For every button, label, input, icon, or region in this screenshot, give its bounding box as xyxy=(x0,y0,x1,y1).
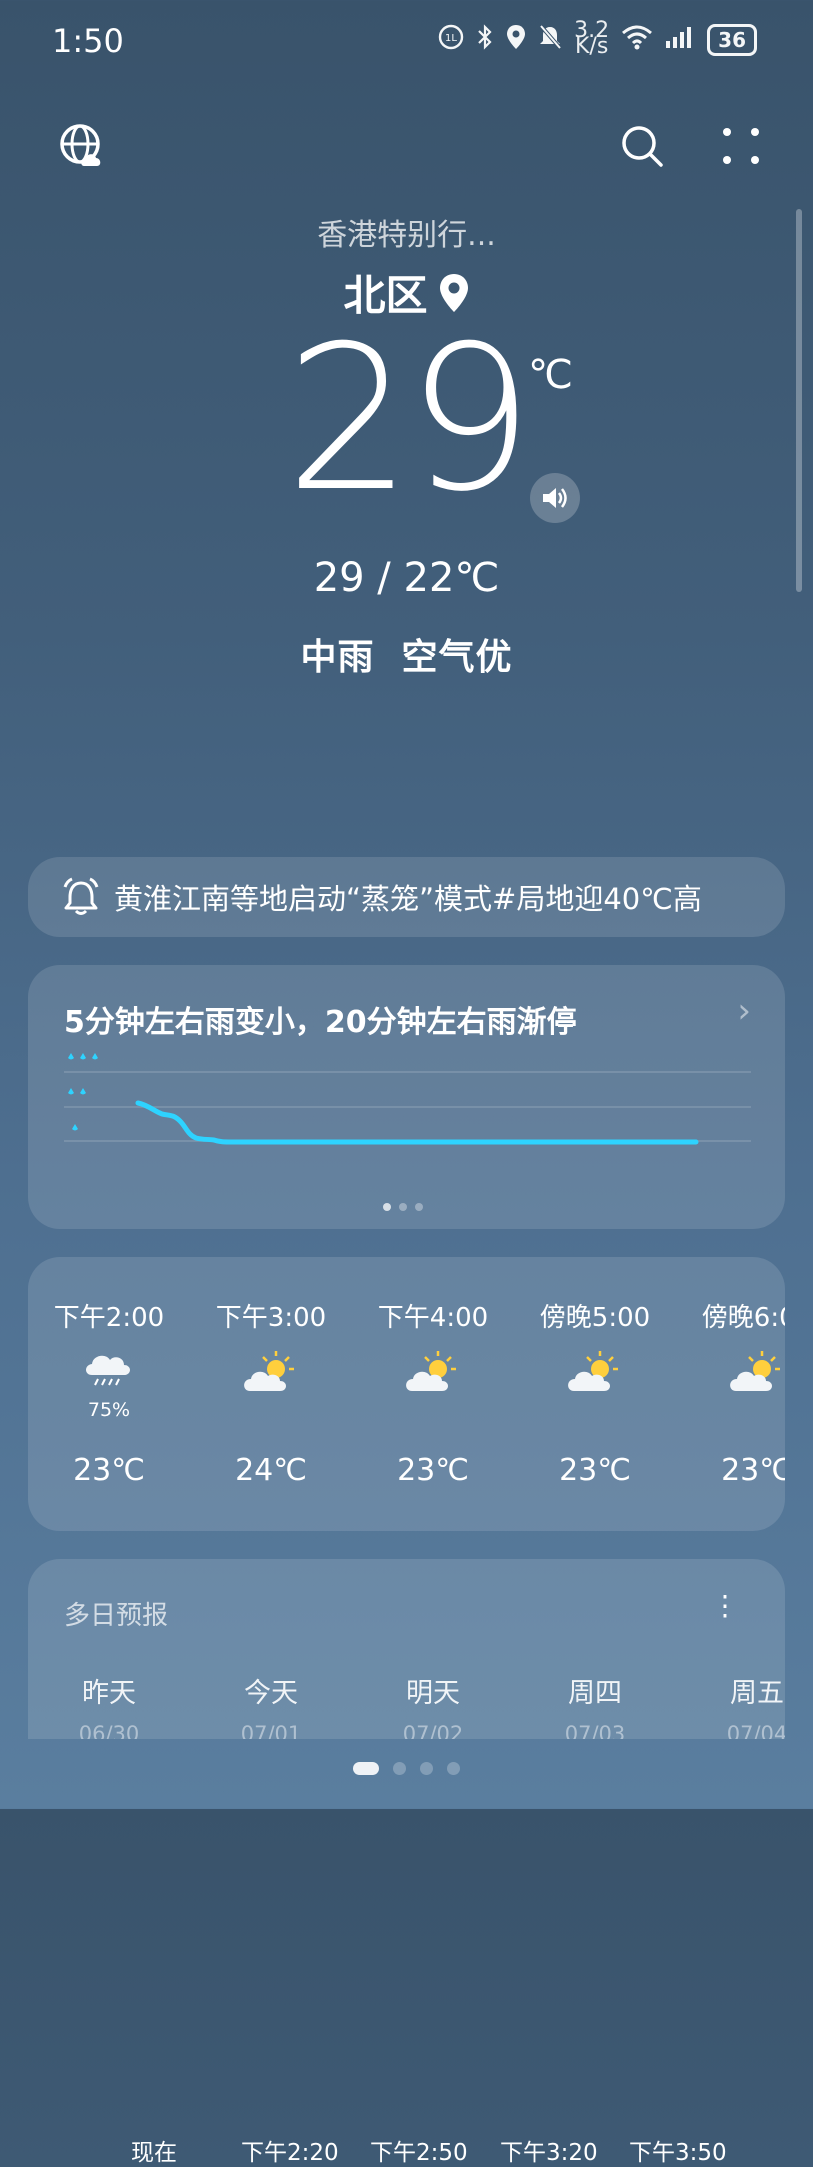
city-manage-button[interactable] xyxy=(56,120,108,172)
search-button[interactable] xyxy=(616,120,668,172)
weather-condition: 中雨 空气优 xyxy=(300,637,513,678)
four-dots-menu-icon xyxy=(723,128,759,164)
location-icon xyxy=(506,24,526,56)
city-page-indicator[interactable] xyxy=(0,1762,813,1775)
news-text: 黄淮江南等地启动“蒸笼”模式#局地迎40℃高 xyxy=(114,882,702,916)
search-icon xyxy=(622,126,663,167)
rain-x-label: 下午2:20 xyxy=(241,2140,339,2166)
day-date: 07/01 xyxy=(240,1722,302,1739)
status-bar: 1:50 1L 3.2 K/s 36 xyxy=(0,0,813,85)
current-temperature: 29 xyxy=(285,303,534,536)
daily-item[interactable]: 周五 07/04 xyxy=(676,1671,785,1739)
daily-item[interactable]: 明天 07/02 xyxy=(352,1671,514,1739)
network-speed: 3.2 K/s xyxy=(574,20,609,59)
globe-cloud-icon xyxy=(60,124,101,166)
bluetooth-icon xyxy=(476,24,494,56)
rain-x-label: 下午3:50 xyxy=(629,2140,727,2166)
rain-intensity-heavy-icon xyxy=(68,1053,98,1060)
pager-dot xyxy=(399,1203,407,1211)
partly-cloudy-icon xyxy=(568,1351,618,1391)
day-name: 周四 xyxy=(568,1678,622,1709)
hour-temp: 24℃ xyxy=(235,1453,307,1488)
daily-forecast-card[interactable]: 多日预报 ⋮ 昨天 06/30 今天 07/01 明天 07/02 周四 07/… xyxy=(28,1559,785,1739)
speaker-icon xyxy=(543,488,567,508)
signal-icon xyxy=(665,25,695,55)
rain-intensity-medium-icon xyxy=(68,1088,86,1095)
voice-broadcast-button[interactable] xyxy=(530,473,580,523)
pager-dot xyxy=(415,1203,423,1211)
rain-line xyxy=(135,1100,699,1145)
hour-temp: 23℃ xyxy=(721,1453,785,1488)
hd-call-icon: 1L xyxy=(438,24,464,56)
hour-time: 下午3:00 xyxy=(215,1303,327,1333)
day-date: 07/04 xyxy=(726,1722,785,1739)
page-dot[interactable] xyxy=(393,1762,406,1775)
alarm-bell-icon xyxy=(62,877,100,917)
temperature-unit: ℃ xyxy=(528,352,573,398)
day-date: 07/02 xyxy=(402,1722,464,1739)
precip-probability: 75% xyxy=(87,1399,131,1421)
daily-item[interactable]: 昨天 06/30 xyxy=(28,1671,190,1739)
battery-indicator: 36 xyxy=(707,24,757,56)
page-dot[interactable] xyxy=(353,1762,379,1775)
net-speed-unit: K/s xyxy=(575,34,609,59)
rain-x-label: 下午3:20 xyxy=(500,2140,598,2166)
day-name: 今天 xyxy=(244,1678,298,1709)
rain-forecast-card[interactable]: 5分钟左右雨变小，20分钟左右雨渐停 › 现在 下午2:20 下午2:50 下午… xyxy=(28,965,785,2166)
more-button[interactable] xyxy=(715,120,767,172)
status-icons: 1L 3.2 K/s 36 xyxy=(438,20,757,59)
hour-temp: 23℃ xyxy=(559,1453,631,1488)
hour-time: 下午2:00 xyxy=(53,1303,165,1333)
day-name: 周五 xyxy=(730,1678,784,1709)
news-banner[interactable]: 黄淮江南等地启动“蒸笼”模式#局地迎40℃高 xyxy=(28,857,785,937)
page-dot[interactable] xyxy=(447,1762,460,1775)
region-name: 香港特别行... xyxy=(317,218,496,253)
mute-bell-icon xyxy=(538,24,562,56)
temperature-range: 29 / 22℃ xyxy=(313,555,500,601)
rain-card-pager xyxy=(383,1203,423,1211)
wifi-icon xyxy=(621,24,653,56)
svg-text:1L: 1L xyxy=(445,33,457,44)
hour-time: 下午4:00 xyxy=(377,1303,489,1333)
rain-cloud-icon xyxy=(86,1355,130,1386)
partly-cloudy-icon xyxy=(406,1351,456,1391)
vertical-more-icon[interactable]: ⋮ xyxy=(711,1589,739,1622)
pager-dot xyxy=(383,1203,391,1211)
hour-time: 傍晚6:00 xyxy=(701,1303,785,1333)
rain-intensity-light-icon xyxy=(72,1124,78,1131)
day-name: 明天 xyxy=(406,1678,460,1709)
page-dot[interactable] xyxy=(420,1762,433,1775)
clock: 1:50 xyxy=(52,22,124,60)
daily-item[interactable]: 周四 07/03 xyxy=(514,1671,676,1739)
rain-x-label: 现在 xyxy=(131,2140,177,2166)
hour-time: 傍晚5:00 xyxy=(539,1303,651,1333)
rain-x-label: 下午2:50 xyxy=(370,2140,468,2166)
day-name: 昨天 xyxy=(82,1678,136,1709)
partly-cloudy-icon xyxy=(244,1351,294,1391)
rain-chart xyxy=(64,1053,751,1145)
partly-cloudy-icon xyxy=(730,1351,780,1391)
chevron-right-icon[interactable]: › xyxy=(737,991,751,1031)
hour-temp: 23℃ xyxy=(73,1453,145,1488)
daily-item[interactable]: 今天 07/01 xyxy=(190,1671,352,1739)
rain-forecast-title: 5分钟左右雨变小，20分钟左右雨渐停 xyxy=(64,1005,577,1040)
hour-temp: 23℃ xyxy=(397,1453,469,1488)
day-date: 06/30 xyxy=(78,1722,140,1739)
hourly-forecast-card[interactable]: 下午2:00 75% 23℃ 下午3:00 24℃ 下午4:00 23℃ 傍晚5… xyxy=(28,1257,785,1531)
day-date: 07/03 xyxy=(564,1722,626,1739)
daily-forecast-title: 多日预报 xyxy=(64,1601,169,1631)
